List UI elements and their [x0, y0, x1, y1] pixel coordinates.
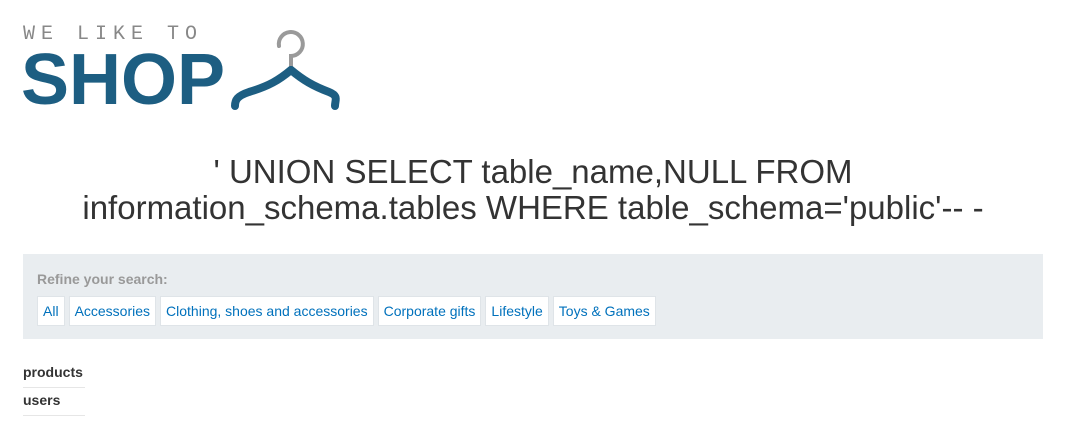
- filter-accessories[interactable]: Accessories: [68, 296, 157, 326]
- filter-clothing-shoes-accessories[interactable]: Clothing, shoes and accessories: [160, 296, 374, 326]
- search-results-heading: ' UNION SELECT table_name,NULL FROM info…: [82, 153, 984, 226]
- filter-label: Refine your search:: [37, 271, 168, 287]
- logo-wordmark: SHOP: [21, 40, 226, 120]
- results-table: products users: [23, 360, 85, 416]
- filter-lifestyle[interactable]: Lifestyle: [485, 296, 549, 326]
- filter-corporate-gifts[interactable]: Corporate gifts: [377, 296, 482, 326]
- page: WE LIKE TO SHOP ' UNION SELECT table_nam…: [0, 0, 1080, 437]
- table-row: products: [23, 360, 85, 388]
- table-row: users: [23, 388, 85, 416]
- hanger-icon: [231, 30, 340, 110]
- filter-all[interactable]: All: [37, 296, 65, 326]
- filter-list: All Accessories Clothing, shoes and acce…: [37, 296, 1029, 326]
- filter-toys-games[interactable]: Toys & Games: [552, 296, 656, 326]
- filter-panel: Refine your search: All Accessories Clot…: [23, 254, 1043, 339]
- site-logo[interactable]: WE LIKE TO SHOP: [21, 24, 343, 120]
